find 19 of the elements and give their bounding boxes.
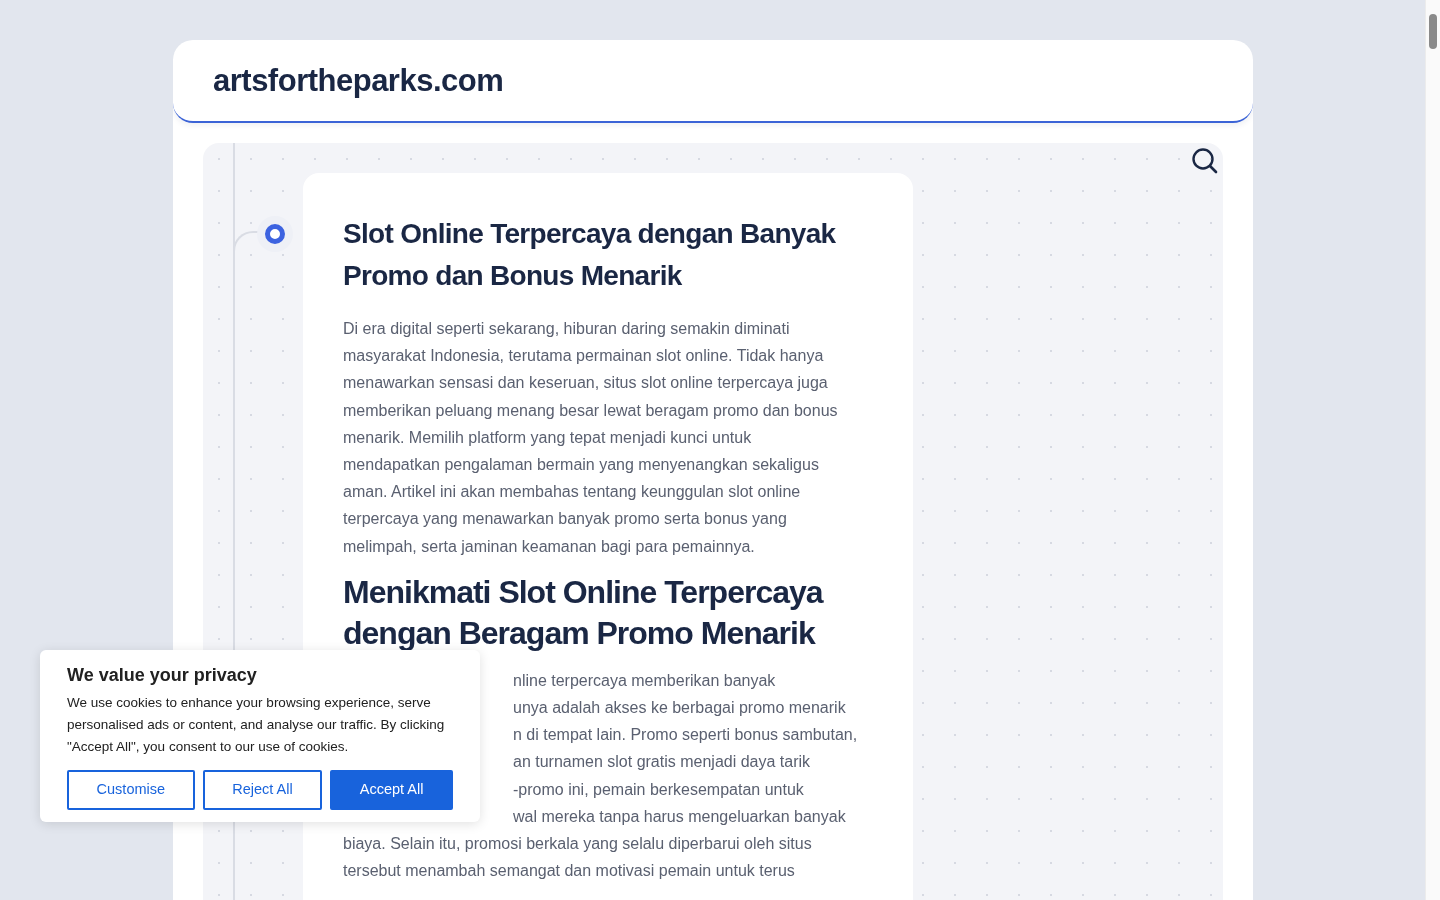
paragraph-line: nline terpercaya memberikan banyak	[513, 671, 776, 689]
cookie-title: We value your privacy	[67, 664, 258, 686]
article-title: Slot Online Terpercaya dengan Banyak Promo dan Bonus Menarik	[343, 217, 837, 293]
search-icon[interactable]	[1191, 147, 1219, 175]
paragraph-line: tersebut menambah semangat dan motivasi pemain untuk terus	[343, 862, 795, 880]
cookie-option-button[interactable]: Reject All	[202, 770, 323, 810]
cookie-option-button[interactable]: Customise	[67, 770, 195, 810]
paragraph-line: n di tempat lain. Promo seperti bonus sambutan,	[513, 726, 858, 744]
article-paragraph: Di era digital seperti sekarang, hiburan daring semakin diminati masyarakat Indonesia, terutama permainan slot online. Tidak hanya menawarkan sensasi dan keseruan, situs slot online terpercaya juga memberikan peluang menang besar lewat beragam promo dan bonus menarik. Memilih platform yang tepat menjadi kunci untuk mendapatkan pengalaman bermain yang menyenangkan sekaligus aman. Artikel ini akan membahas tentang keunggulan slot online terpercaya yang menawarkan banyak promo serta bonus yang melimpah, serta jaminan keamanan bagi para pemainnya.	[343, 319, 839, 557]
paragraph-line: biaya. Selain itu, promosi berkala yang selalu diperbarui oleh situs	[343, 835, 812, 853]
site-title[interactable]: artsfortheparks.com	[213, 61, 504, 100]
paragraph-line: an turnamen slot gratis menjadi daya tarik	[513, 753, 811, 771]
paragraph-line: -promo ini, pemain berkesempatan untuk	[513, 780, 804, 798]
section-heading: Menikmati Slot Online Terpercaya dengan Beragam Promo Menarik	[343, 572, 825, 653]
paragraph-line: unya adalah akses ke berbagai promo menarik	[513, 699, 846, 717]
cookie-text: We use cookies to enhance your browsing experience, serve personalised ads or content, and analyse our traffic. By clicking "Accept All", you consent to our use of cookies.	[67, 694, 446, 756]
accept-button[interactable]: Accept All	[330, 770, 453, 810]
timeline-dot-icon	[257, 216, 293, 252]
paragraph-line: wal mereka tanpa harus mengeluarkan banyak	[513, 807, 846, 825]
